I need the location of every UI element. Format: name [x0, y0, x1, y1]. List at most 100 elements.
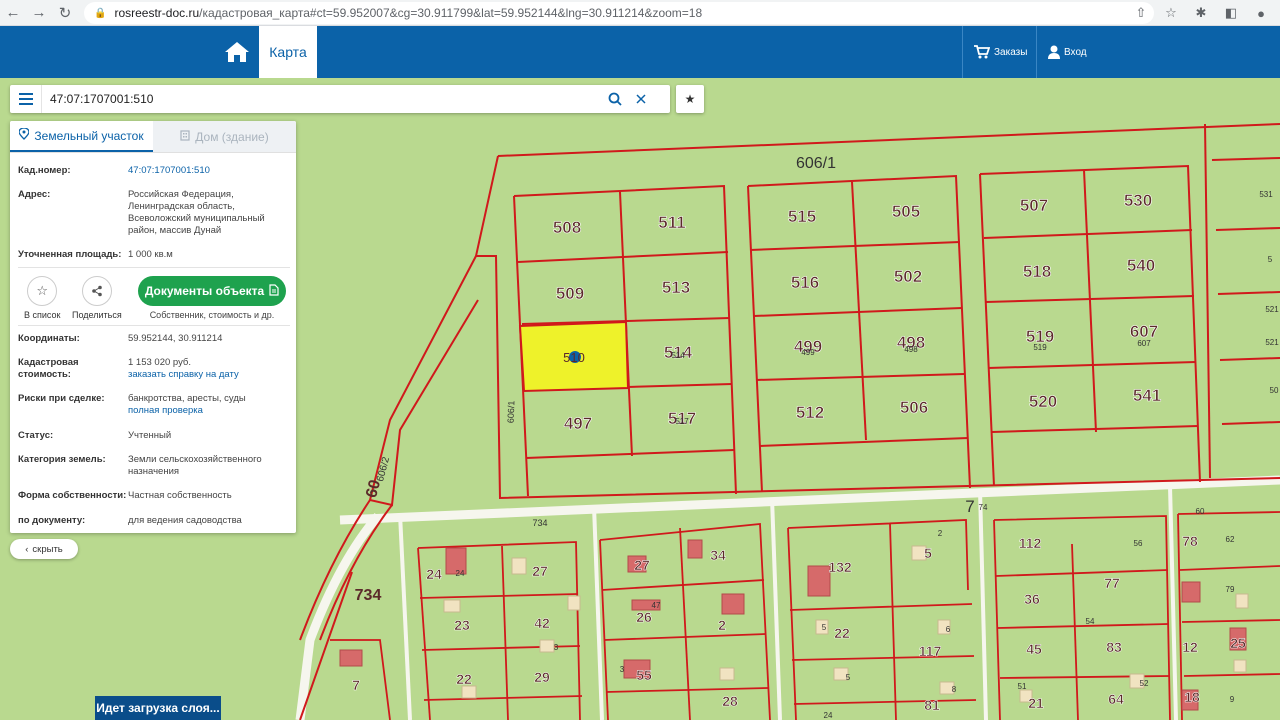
- plot-label: 2: [718, 617, 726, 633]
- url-domain: rosreestr-doc.ru: [114, 6, 200, 20]
- home-icon[interactable]: [220, 36, 254, 68]
- tab-building[interactable]: Дом (здание): [153, 121, 296, 152]
- menu-icon[interactable]: [10, 85, 42, 113]
- map-pin-icon: [18, 127, 31, 143]
- share-page-icon[interactable]: ⇧: [1128, 0, 1154, 26]
- risks-value: банкротства, аресты, суды полная проверк…: [128, 393, 290, 417]
- share-icon: [81, 276, 112, 306]
- tab-land-label: Земельный участок: [34, 128, 144, 143]
- coords-row: Координаты: 59.952144, 30.911214: [18, 333, 290, 345]
- close-icon[interactable]: [628, 85, 654, 113]
- plot-label: 508: [553, 218, 581, 237]
- plot-label: 507: [1020, 196, 1048, 215]
- plot-label: 530: [1124, 191, 1152, 210]
- hide-label: скрыть: [32, 543, 63, 555]
- small-label: 5: [846, 673, 851, 682]
- edge-label: 531: [1259, 190, 1273, 199]
- small-label: 2: [938, 529, 943, 538]
- road-number: 7: [965, 497, 974, 516]
- divider: [18, 325, 290, 326]
- tab-building-label: Дом (здание): [195, 129, 269, 144]
- edge-label: 5: [1268, 255, 1273, 264]
- plot-label: 64: [1108, 691, 1124, 707]
- area-value: 1 000 кв.м: [128, 249, 173, 260]
- plot-label: 516: [791, 273, 819, 292]
- plot-label: 112: [1019, 535, 1042, 551]
- category-label: Категория земель:: [18, 454, 106, 465]
- plot-label: 513: [662, 278, 690, 297]
- orders-button[interactable]: Заказы: [974, 26, 1027, 78]
- usage-row: по документу: для ведения садоводства: [18, 515, 290, 527]
- plot-label: 7: [352, 677, 360, 693]
- favorite-star-icon[interactable]: ★: [676, 85, 704, 113]
- risks-text: банкротства, аресты, суды: [128, 393, 246, 404]
- hide-panel-button[interactable]: ‹ скрыть: [10, 539, 78, 559]
- search-input[interactable]: [42, 86, 602, 112]
- orders-label: Заказы: [994, 46, 1028, 58]
- road-sublabel: 74: [979, 503, 988, 512]
- plot-label: 512: [796, 403, 824, 422]
- plot-label: 23: [454, 617, 470, 633]
- documents-button[interactable]: Документы объекта: [138, 276, 286, 306]
- ownership-value: Частная собственность: [128, 490, 232, 501]
- login-button[interactable]: Вход: [1048, 26, 1087, 78]
- forward-icon[interactable]: →: [26, 0, 52, 26]
- cost-label: Кадастровая стоимость:: [18, 357, 128, 381]
- url-path: /кадастровая_карта#ct=59.952007&cg=30.91…: [199, 6, 703, 20]
- bookmark-star-icon[interactable]: ☆: [1158, 0, 1184, 26]
- plot-label: 509: [556, 284, 584, 303]
- browser-toolbar: ← → ↻ 🔒 rosreestr-doc.ru/кадастровая_кар…: [0, 0, 1280, 26]
- back-icon[interactable]: ←: [0, 0, 26, 26]
- plot-label: 27: [532, 563, 548, 579]
- address-line: район, массив Дунай: [128, 225, 222, 236]
- cad-number-link[interactable]: 47:07:1707001:510: [128, 165, 210, 176]
- add-to-list-label: В список: [24, 310, 61, 320]
- small-label: 60: [1196, 507, 1205, 516]
- usage-value: для ведения садоводства: [128, 515, 242, 526]
- ownership-label: Форма собственности:: [18, 490, 127, 501]
- full-check-link[interactable]: полная проверка: [128, 405, 203, 416]
- address-bar[interactable]: 🔒 rosreestr-doc.ru/кадастровая_карта#ct=…: [84, 2, 1154, 24]
- address-line: Всеволожский муниципальный: [128, 213, 265, 224]
- plot-sublabel: 519: [1033, 343, 1047, 352]
- extensions-icon[interactable]: ✱: [1188, 0, 1214, 26]
- share-button[interactable]: Поделиться: [72, 276, 122, 320]
- plot-label: 518: [1023, 262, 1051, 281]
- sidebar-icon[interactable]: ◧: [1218, 0, 1244, 26]
- plot-label: 24: [426, 566, 442, 582]
- documents-subtitle: Собственник, стоимость и др.: [149, 310, 275, 320]
- order-certificate-link[interactable]: заказать справку на дату: [128, 369, 239, 380]
- risks-label: Риски при сделке:: [18, 393, 105, 404]
- plot-label: 81: [924, 697, 940, 713]
- plot-label: 45: [1026, 641, 1042, 657]
- login-label: Вход: [1064, 46, 1087, 58]
- strip-label: 606/2: [375, 455, 392, 482]
- profile-icon[interactable]: ●: [1248, 0, 1274, 26]
- share-label: Поделиться: [72, 310, 122, 320]
- cost-value: 1 153 020 руб. заказать справку на дату: [128, 357, 290, 381]
- plot-label: 77: [1104, 575, 1120, 591]
- small-label: 3: [620, 665, 625, 674]
- plot-label: 29: [534, 669, 550, 685]
- address-value: Российская Федерация, Ленинградская обла…: [128, 189, 290, 237]
- plot-label: 28: [722, 693, 738, 709]
- category-row: Категория земель: Земли сельскохозяйстве…: [18, 454, 290, 478]
- plot-label: 117: [919, 643, 942, 659]
- tab-map[interactable]: Карта: [259, 26, 317, 78]
- chevron-left-icon: ‹: [25, 543, 29, 555]
- search-icon[interactable]: [602, 85, 628, 113]
- address-line: Российская Федерация,: [128, 189, 234, 200]
- status-label: Статус:: [18, 430, 54, 441]
- plot-sublabel: 498: [904, 345, 918, 354]
- search-bar: [10, 85, 670, 113]
- building-icon: [180, 129, 190, 144]
- documents-button-label: Документы объекта: [144, 284, 265, 298]
- reload-icon[interactable]: ↻: [52, 0, 78, 26]
- header-divider: [1036, 26, 1037, 78]
- plot-label: 25: [1230, 635, 1246, 651]
- add-to-list-button[interactable]: ☆ В список: [24, 276, 60, 320]
- plot-label: 21: [1028, 695, 1044, 711]
- plot-label: 26: [636, 609, 652, 625]
- plot-label: 506: [900, 398, 928, 417]
- tab-land-plot[interactable]: Земельный участок: [10, 121, 153, 152]
